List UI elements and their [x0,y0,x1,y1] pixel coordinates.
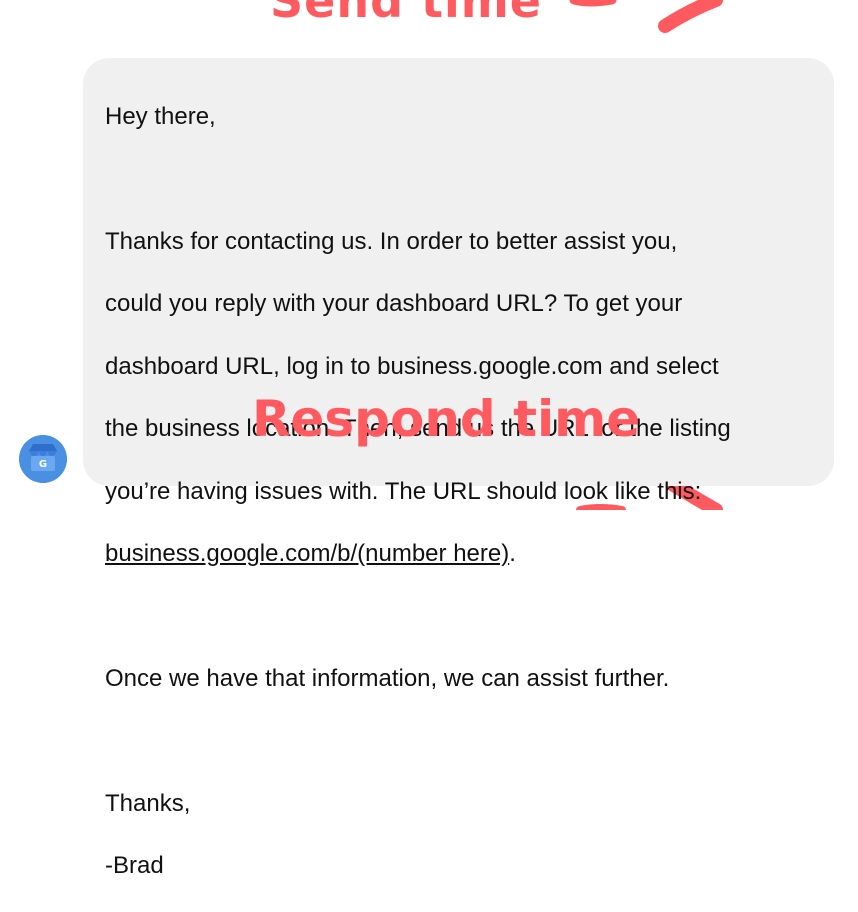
google-my-business-icon: G [19,435,67,483]
link-suffix: . [509,540,516,568]
message-body: Hey there, Thanks for contacting us. In … [105,70,812,912]
respond-time-annotation: Respond time [252,390,641,448]
avatar[interactable]: G [19,435,67,483]
signature-text: -Brad [105,852,164,880]
top-arrow-stroke-right [658,0,723,33]
signoff-text: Thanks, [105,789,191,817]
send-time-annotation: Send time [270,0,542,28]
link-line: business.google.com/b/(number here). [105,538,812,569]
para2-text: Once we have that information, we can as… [105,664,670,692]
svg-text:G: G [39,459,47,470]
greeting-text: Hey there, [105,103,216,131]
top-arrow-stroke-left [569,0,617,7]
para1-line-3: dashboard URL, log in to business.google… [105,352,719,380]
para1-line-2: could you reply with your dashboard URL?… [105,290,683,318]
para1-line-1: Thanks for contacting us. In order to be… [105,228,678,255]
dashboard-url-link[interactable]: business.google.com/b/(number here) [105,540,509,567]
para1-line-5: you’re having issues with. The URL shoul… [105,477,702,505]
